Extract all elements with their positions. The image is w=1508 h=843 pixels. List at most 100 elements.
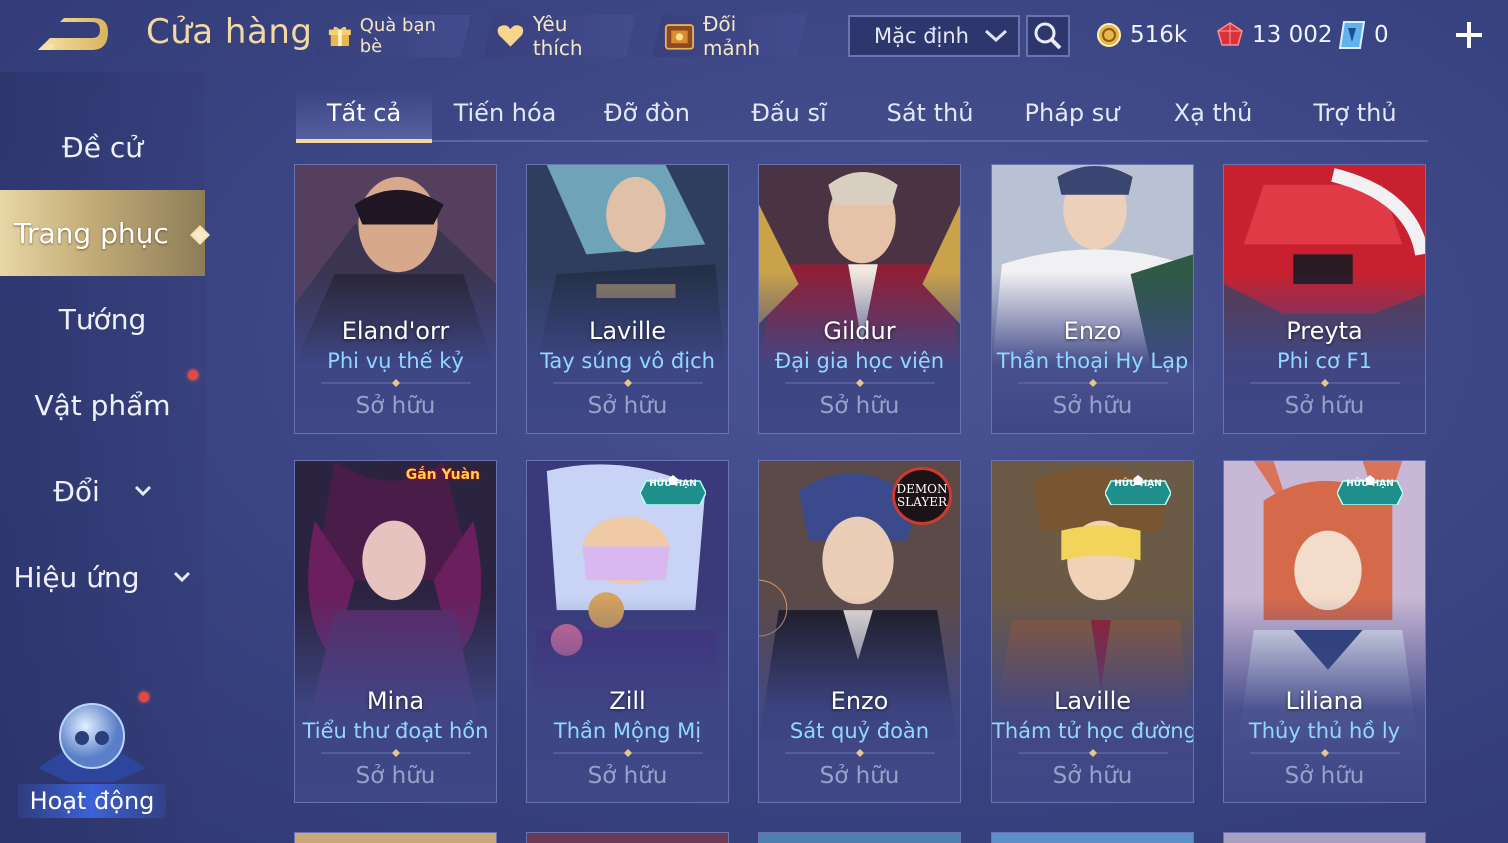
divider <box>1018 379 1168 387</box>
tab-support[interactable]: Trợ thủ <box>1287 90 1423 140</box>
sidebar-item-label: Đề cử <box>62 130 143 164</box>
activity-button[interactable]: Hoạt động <box>18 698 166 818</box>
category-tabs: Tất cả Tiến hóa Đỡ đòn Đấu sĩ Sát thủ Ph… <box>296 90 1428 143</box>
exchange-shards-label: Đổi mảnh <box>702 12 761 60</box>
sidebar-item-effects[interactable]: Hiệu ứng <box>0 534 205 620</box>
skin-card-gildur[interactable]: Gildur Đại gia học viện Sở hữu <box>758 164 961 434</box>
page-title: Cửa hàng <box>146 12 313 52</box>
skin-card-partial[interactable] <box>758 832 961 843</box>
skin-name: Phi vụ thế kỷ <box>327 349 464 373</box>
owned-status: Sở hữu <box>1052 393 1133 419</box>
gold-amount: 516k <box>1130 22 1188 48</box>
chevron-down-icon <box>984 29 1008 43</box>
sidebar-item-exchange[interactable]: Đổi <box>0 448 205 534</box>
owned-status: Sở hữu <box>587 763 668 789</box>
skin-name: Thủy thủ hồ ly <box>1248 719 1401 743</box>
tab-evolution[interactable]: Tiến hóa <box>437 90 573 140</box>
favorites-label: Yêu thích <box>532 12 583 60</box>
hero-name: Eland'orr <box>341 317 450 345</box>
gift-icon <box>328 23 352 49</box>
divider <box>321 379 471 387</box>
skin-card-partial[interactable] <box>991 832 1194 843</box>
divider <box>1250 749 1400 757</box>
tab-mage[interactable]: Pháp sư <box>1004 90 1140 140</box>
hero-name: Zill <box>609 687 646 715</box>
skin-name: Phi cơ F1 <box>1277 349 1372 373</box>
hero-name: Preyta <box>1286 317 1363 345</box>
activity-robot-icon <box>38 703 146 782</box>
event-badge: Gắn Yuàn <box>405 467 480 483</box>
notification-dot <box>188 370 198 380</box>
tab-assassin[interactable]: Sát thủ <box>862 90 998 140</box>
skin-card-liliana[interactable]: HỮU HẠN Liliana Thủy thủ hồ ly Sở hữu <box>1223 460 1426 803</box>
skin-card-laville[interactable]: Laville Tay súng vô địch Sở hữu <box>526 164 729 434</box>
skin-card-partial[interactable] <box>294 832 497 843</box>
exchange-shards-button[interactable]: Đổi mảnh <box>652 15 807 57</box>
top-bar: Cửa hàng Quà bạn bè Yêu thích Đổi mảnh M… <box>0 0 1508 72</box>
hero-name: Mina <box>366 687 425 715</box>
skin-card-elandorr[interactable]: Eland'orr Phi vụ thế kỷ Sở hữu <box>294 164 497 434</box>
owned-status: Sở hữu <box>819 763 900 789</box>
skin-card-mina[interactable]: Gắn Yuàn Mina Tiểu thư đoạt hồn Sở hữu <box>294 460 497 803</box>
skin-card-partial[interactable] <box>526 832 729 843</box>
divider <box>321 749 471 757</box>
divider <box>553 749 703 757</box>
owned-status: Sở hữu <box>1284 763 1365 789</box>
tab-marksman[interactable]: Xạ thủ <box>1145 90 1281 140</box>
tab-fighter[interactable]: Đấu sĩ <box>721 90 857 140</box>
hero-name: Gildur <box>823 317 896 345</box>
sidebar-item-items[interactable]: Vật phẩm <box>0 362 205 448</box>
add-currency-button[interactable] <box>1452 18 1486 52</box>
divider <box>785 749 935 757</box>
sidebar-item-label: Tướng <box>58 302 147 336</box>
skin-name: Tay súng vô địch <box>540 349 715 373</box>
plus-icon <box>1456 22 1482 48</box>
hero-name: Enzo <box>830 687 889 715</box>
sort-value: Mặc định <box>874 24 969 48</box>
skin-card-laville-detective[interactable]: HỮU HẠN Laville Thám tử học đường Sở hữu <box>991 460 1194 803</box>
ruby-balance: 13 002 <box>1216 17 1332 53</box>
tab-tank[interactable]: Đỡ đòn <box>579 90 715 140</box>
voucher-amount: 0 <box>1374 22 1389 48</box>
limited-badge-text: HỮU HẠN <box>1114 479 1162 489</box>
sidebar-item-recommended[interactable]: Đề cử <box>0 104 205 190</box>
search-icon <box>1034 22 1062 50</box>
chevron-down-icon <box>134 485 151 497</box>
limited-badge-text: HỮU HẠN <box>1346 479 1394 489</box>
search-button[interactable] <box>1026 15 1070 57</box>
voucher-ticket-icon <box>1338 21 1366 49</box>
skin-name: Tiểu thư đoạt hồn <box>302 719 489 743</box>
sidebar-item-label: Vật phẩm <box>34 388 171 422</box>
skin-card-zill[interactable]: HỮU HẠN Zill Thần Mộng Mị Sở hữu <box>526 460 729 803</box>
gold-coin-icon <box>1097 23 1121 47</box>
skin-card-preyta[interactable]: Preyta Phi cơ F1 Sở hữu <box>1223 164 1426 434</box>
sidebar-item-label: Đổi <box>53 474 100 508</box>
back-arrow-icon[interactable] <box>34 14 114 56</box>
voucher-balance: 0 <box>1338 17 1389 53</box>
gold-balance: 516k <box>1096 17 1187 53</box>
tab-all[interactable]: Tất cả <box>296 90 432 143</box>
skin-name: Thần Mộng Mị <box>553 719 702 743</box>
hero-name: Liliana <box>1285 687 1364 715</box>
owned-status: Sở hữu <box>1284 393 1365 419</box>
favorites-button[interactable]: Yêu thích <box>484 15 636 57</box>
sidebar-item-heroes[interactable]: Tướng <box>0 276 205 362</box>
limited-badge-text: HỮU HẠN <box>649 479 697 489</box>
friend-gift-button[interactable]: Quà bạn bè <box>316 15 471 57</box>
skin-name: Sát quỷ đoàn <box>789 719 930 743</box>
sort-dropdown[interactable]: Mặc định <box>848 15 1020 57</box>
divider <box>1018 749 1168 757</box>
owned-status: Sở hữu <box>819 393 900 419</box>
collab-badge: DEMON SLAYER <box>892 467 952 525</box>
owned-status: Sở hữu <box>355 763 436 789</box>
divider <box>785 379 935 387</box>
skin-card-enzo-greek[interactable]: Enzo Thần thoại Hy Lạp Sở hữu <box>991 164 1194 434</box>
owned-status: Sở hữu <box>587 393 668 419</box>
owned-status: Sở hữu <box>355 393 436 419</box>
skin-name: Đại gia học viện <box>774 349 945 373</box>
friend-gift-label: Quà bạn bè <box>359 15 436 57</box>
skin-card-partial[interactable] <box>1223 832 1426 843</box>
skin-card-enzo-demon[interactable]: DEMON SLAYER Enzo Sát quỷ đoàn Sở hữu <box>758 460 961 803</box>
sidebar-item-skins[interactable]: Trang phục <box>0 190 205 276</box>
skin-name: Thám tử học đường <box>992 719 1194 743</box>
